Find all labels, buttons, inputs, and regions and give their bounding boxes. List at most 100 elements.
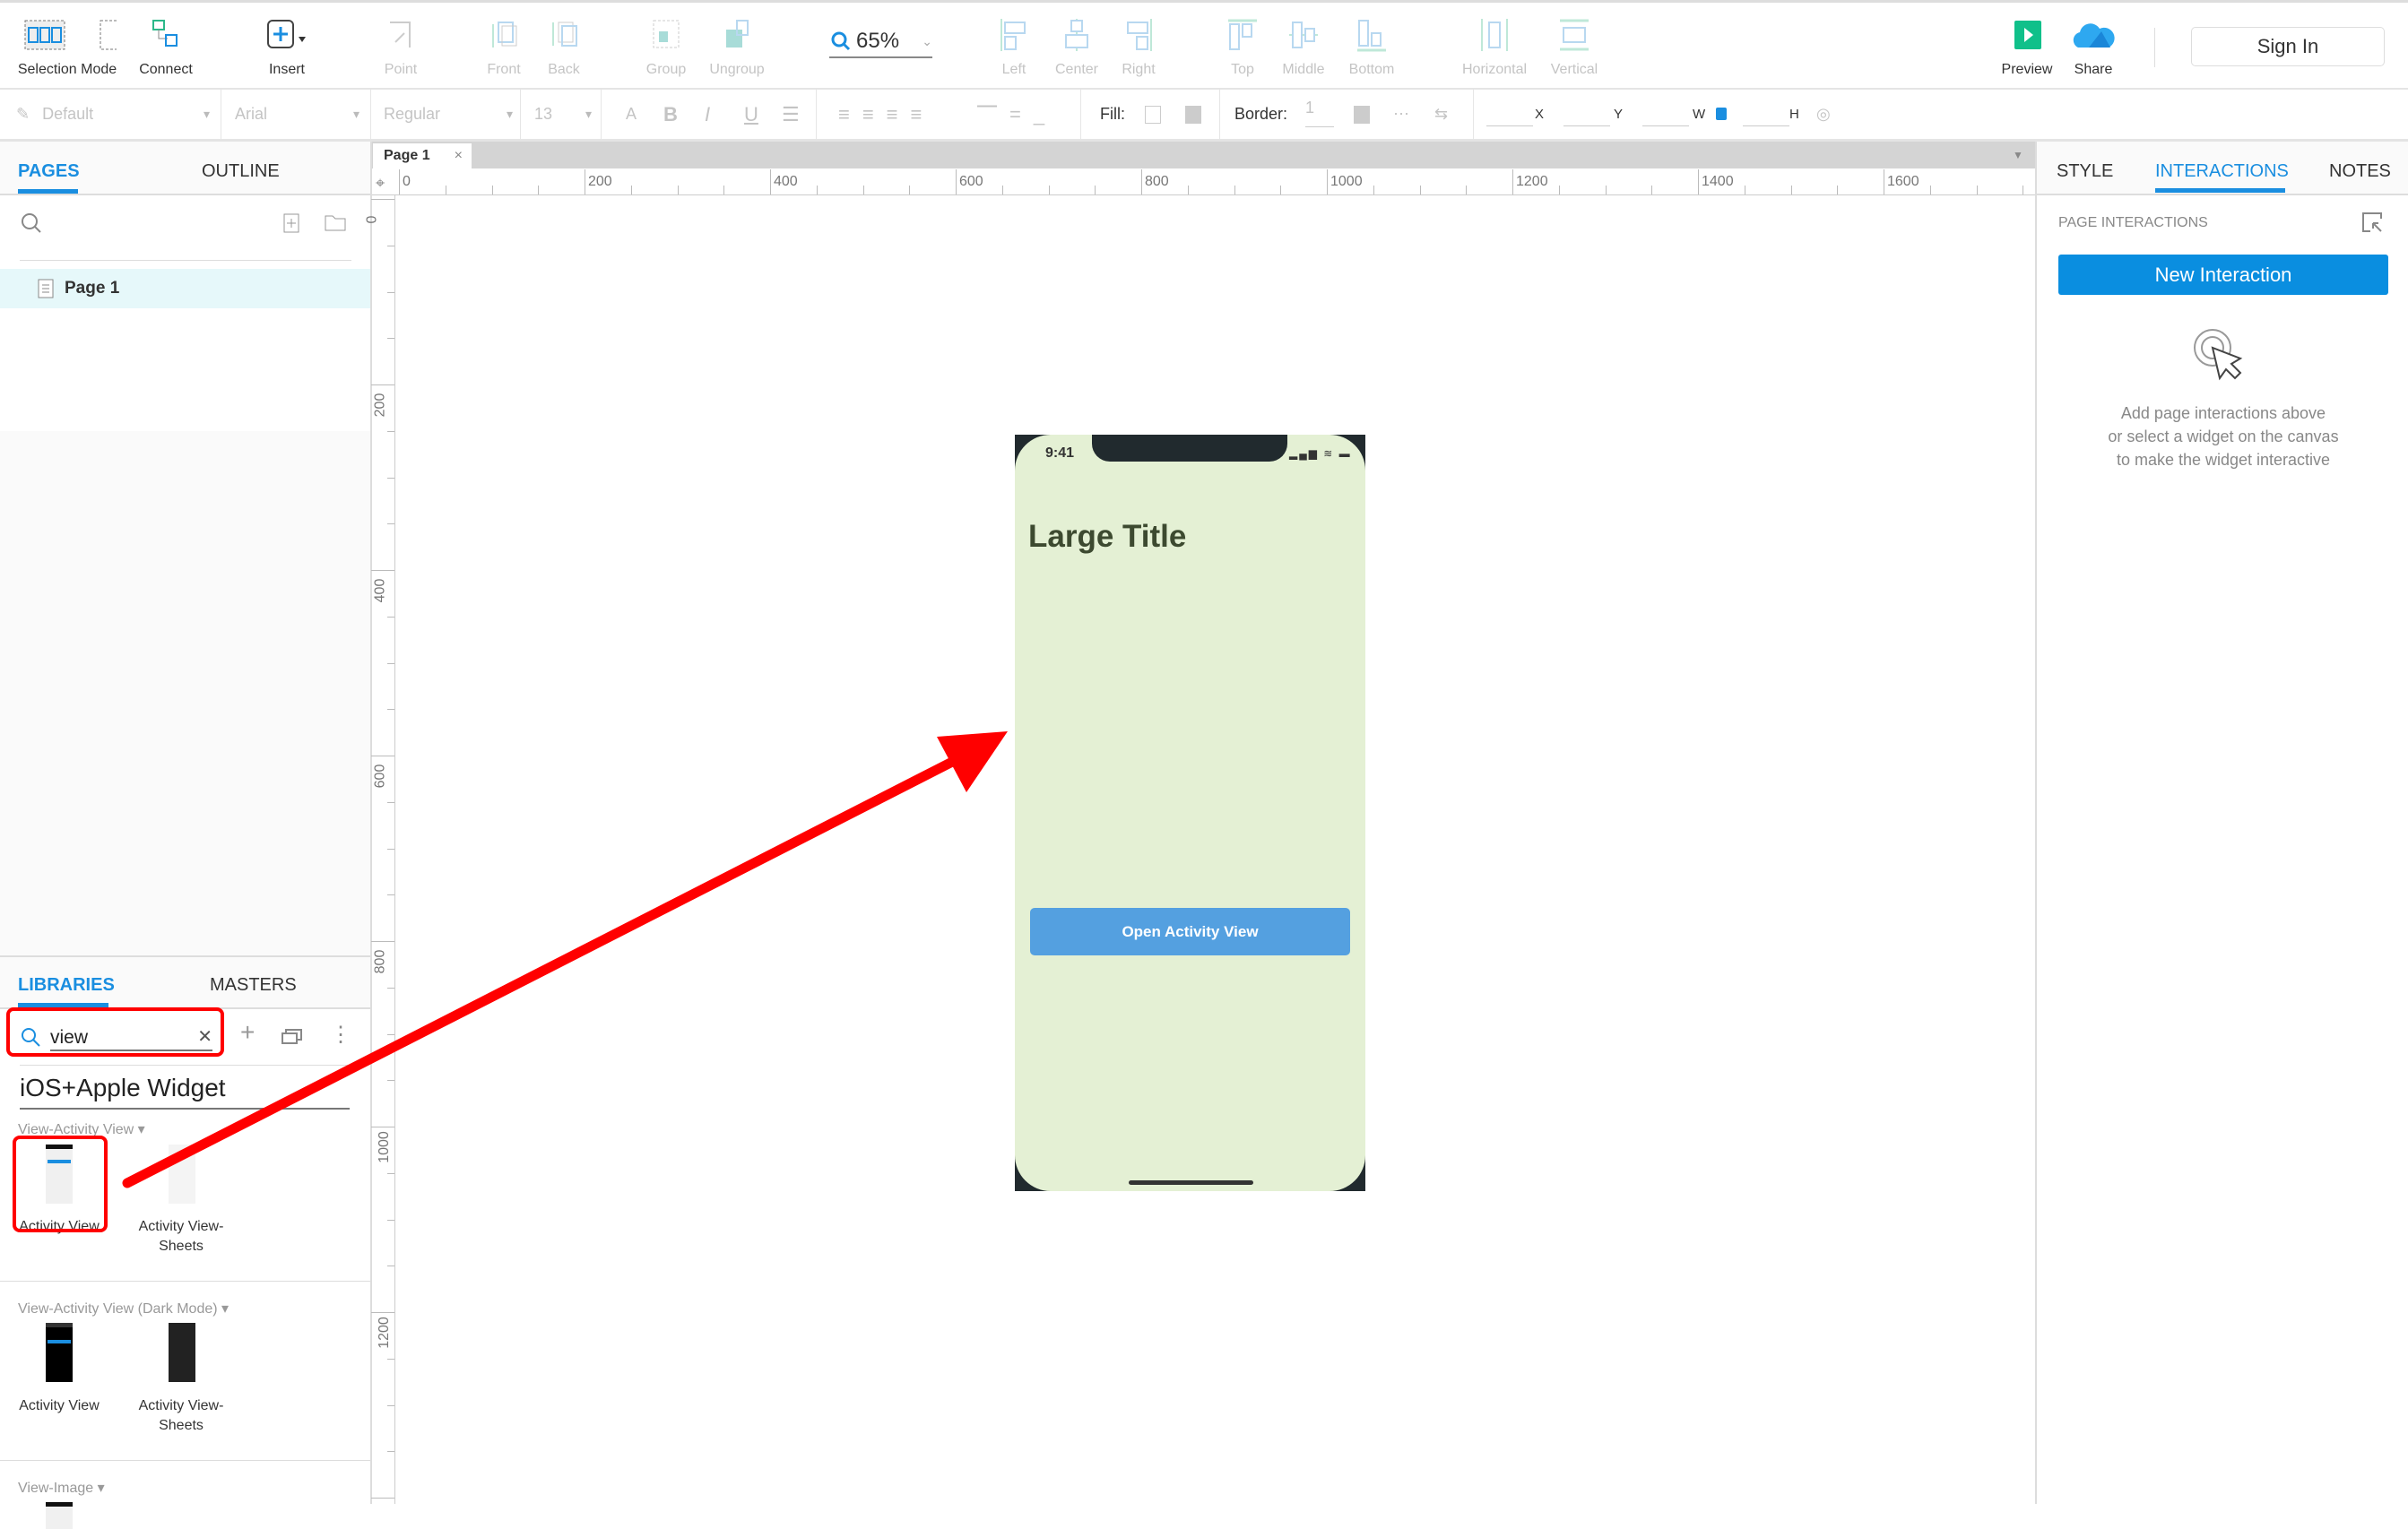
sign-in-button[interactable]: Sign In [2191, 27, 2385, 66]
ruler-tick [1280, 186, 1282, 194]
add-folder-icon[interactable] [325, 213, 346, 231]
hint-line: or select a widget on the canvas [2108, 428, 2339, 445]
share-button[interactable]: Share [2044, 15, 2143, 78]
ruler-tick [387, 477, 394, 479]
tab-pages[interactable]: PAGES [18, 161, 80, 182]
image-view-thumbnail[interactable] [46, 1502, 73, 1529]
ruler-tick [1187, 186, 1189, 194]
more-menu-icon[interactable]: ⋮ [330, 1022, 351, 1048]
add-library-icon[interactable]: + [240, 1018, 255, 1047]
align-bottom-button[interactable]: Bottom [1322, 15, 1421, 78]
activity-view-sheets-dark-thumbnail[interactable] [169, 1323, 195, 1382]
ungroup-button[interactable]: Ungroup [688, 15, 786, 78]
tab-style[interactable]: STYLE [2057, 161, 2113, 182]
ruler-tick [491, 186, 493, 194]
ruler-tick [387, 1358, 394, 1360]
group-header[interactable]: View-Image ▾ [18, 1479, 105, 1497]
font-select[interactable]: Arial [235, 90, 365, 139]
ruler-tick [387, 1219, 394, 1221]
distribute-vertical-button[interactable]: Vertical [1525, 15, 1624, 78]
border-style-icon[interactable]: ⋯ [1393, 90, 1409, 139]
tab-notes[interactable]: NOTES [2329, 161, 2391, 182]
ruler-tick [387, 848, 394, 850]
bullet-list-icon[interactable]: ☰ [782, 90, 800, 139]
page-name: Page 1 [65, 279, 120, 298]
align-right-icon [1127, 19, 1152, 51]
x-input[interactable] [1486, 125, 1533, 126]
tab-menu-chevron-icon[interactable]: ▼ [2013, 149, 2023, 161]
activity-view-sheets-thumbnail[interactable] [169, 1145, 195, 1204]
tab-outline[interactable]: OUTLINE [202, 161, 280, 182]
ruler-label: 1200 [1516, 174, 1548, 189]
italic-icon[interactable]: I [705, 90, 710, 139]
format-toolbar: ✎ Default Arial Regular 13 A B I U ☰ ≡≡≡≡… [0, 90, 2408, 142]
add-page-icon[interactable] [283, 213, 299, 233]
zoom-select[interactable]: 65% ⌄ [829, 26, 932, 58]
tab-interactions[interactable]: INTERACTIONS [2155, 161, 2289, 182]
font-size-select[interactable]: 13 [534, 90, 597, 139]
ruler-tick [816, 186, 818, 194]
connect-button[interactable]: Connect [117, 15, 215, 78]
page-item[interactable]: Page 1 [0, 269, 370, 308]
insert-button[interactable]: Insert [238, 15, 336, 78]
border-width-input[interactable]: 1 [1305, 90, 1334, 127]
panel-divider [0, 955, 370, 957]
point-button[interactable]: Point [351, 15, 450, 78]
search-icon[interactable] [20, 212, 45, 237]
ruler-tick [387, 616, 394, 618]
ungroup-icon [726, 20, 749, 48]
ruler-tick [956, 169, 957, 194]
visibility-eye-icon[interactable]: ◎ [1816, 90, 1831, 139]
ruler-tick [1095, 186, 1096, 194]
highlight-box [13, 1136, 108, 1232]
distribute-vertical-icon [1560, 19, 1589, 51]
distribute-horizontal-icon [1481, 19, 1508, 51]
border-color-swatch[interactable] [1354, 106, 1370, 124]
fill-label: Fill: [1100, 105, 1125, 123]
underline-icon[interactable]: U [744, 90, 758, 139]
w-input[interactable] [1642, 125, 1689, 126]
ruler-tick [387, 430, 394, 432]
ruler-tick [387, 523, 394, 525]
fill-color-swatch[interactable] [1145, 106, 1161, 124]
activity-view-dark-thumbnail[interactable] [46, 1323, 73, 1382]
ruler-tick [909, 186, 911, 194]
arrow-style-icon[interactable]: ⇆ [1434, 90, 1448, 139]
ruler-origin-crosshair-icon[interactable]: ⌖ [376, 174, 385, 193]
close-tab-icon[interactable]: × [455, 148, 463, 164]
weight-select[interactable]: Regular [384, 90, 518, 139]
text-align-icons[interactable]: ≡≡≡≡ [838, 90, 934, 139]
pages-list: Page 1 [0, 194, 370, 431]
collapse-panel-icon[interactable] [2361, 212, 2383, 233]
vertical-align-icons[interactable]: ⎺=_ [977, 90, 1057, 139]
phone-widget[interactable]: 9:41 ▂▄▆ ≋ ▬ Large Title Open Activity V… [1015, 435, 1365, 1191]
y-label: Y [1614, 107, 1624, 122]
tab-masters[interactable]: MASTERS [210, 975, 297, 996]
ruler-label: 1400 [1702, 174, 1734, 189]
align-right-button[interactable]: Right [1089, 15, 1188, 78]
group-header[interactable]: View-Activity View (Dark Mode) ▾ [18, 1300, 229, 1317]
align-right-label: Right [1122, 62, 1156, 77]
h-input[interactable] [1743, 125, 1789, 126]
open-activity-view-button[interactable]: Open Activity View [1030, 908, 1350, 955]
divider [370, 90, 371, 139]
tab-libraries[interactable]: LIBRARIES [18, 975, 115, 996]
y-input[interactable] [1563, 125, 1610, 126]
fill-gradient-swatch[interactable] [1185, 106, 1201, 124]
ruler-tick [387, 894, 394, 896]
phone-notch [1092, 435, 1287, 462]
ruler-tick [371, 941, 394, 942]
lock-icon[interactable] [1716, 108, 1727, 120]
library-select[interactable]: iOS+Apple Widget [20, 1074, 350, 1110]
page-tab[interactable]: Page 1 × [373, 143, 472, 168]
back-button[interactable]: Back [515, 15, 613, 78]
new-interaction-button[interactable]: New Interaction [2058, 255, 2388, 295]
ruler-label: 600 [959, 174, 983, 189]
style-select[interactable]: ✎ Default [16, 90, 215, 139]
selection-mode-button[interactable]: Selection Mode [4, 15, 130, 78]
send-back-icon [552, 22, 577, 47]
divider [0, 1281, 370, 1282]
library-options-icon[interactable] [282, 1027, 303, 1045]
bold-icon[interactable]: B [663, 90, 678, 139]
font-color-icon[interactable]: A [626, 90, 637, 139]
